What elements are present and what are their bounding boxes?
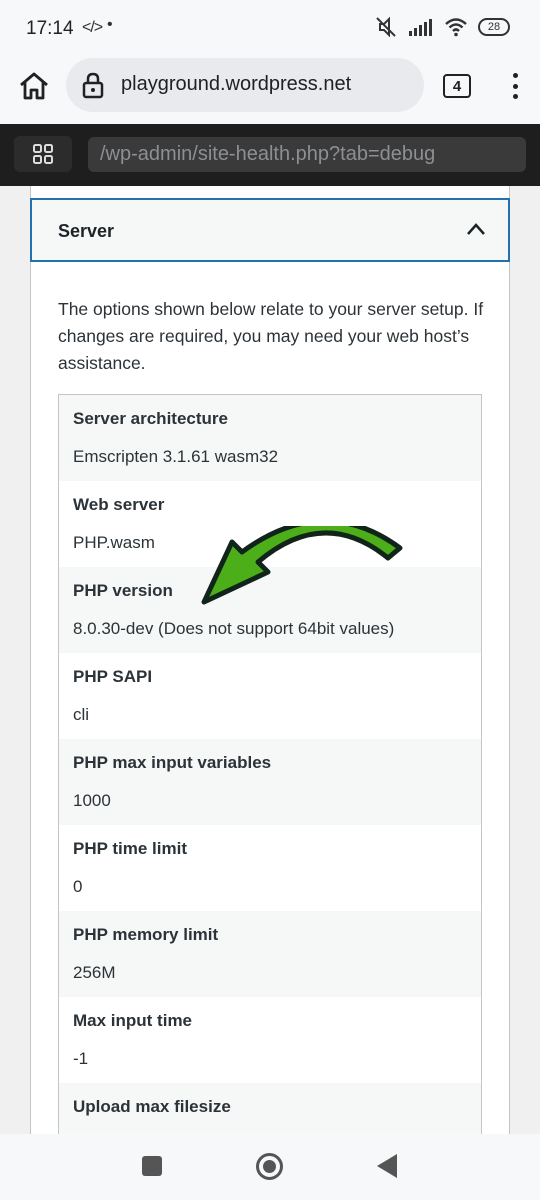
row-label: PHP time limit	[73, 839, 187, 858]
section-title: Server	[58, 221, 115, 241]
home-button[interactable]	[16, 68, 52, 104]
code-icon: </>	[82, 19, 103, 36]
overflow-menu-button[interactable]	[505, 70, 525, 102]
row-value: Emscripten 3.1.61 wasm32	[73, 447, 279, 466]
address-bar[interactable]: playground.wordpress.net	[66, 58, 424, 112]
grid-icon	[33, 144, 53, 164]
row-value: 8.0.30-dev (Does not support 64bit value…	[73, 619, 395, 638]
signal-icon	[409, 19, 432, 36]
playground-menu-button[interactable]	[14, 136, 72, 172]
row-value: 1000	[73, 791, 111, 810]
menu-dot	[512, 94, 518, 99]
table-row: PHP memory limit 256M	[59, 911, 481, 997]
recents-button[interactable]	[142, 1156, 162, 1176]
lock-icon	[82, 72, 104, 99]
notification-dot: •	[107, 16, 113, 33]
status-bar: 17:14 </> • 28	[0, 0, 540, 58]
row-value: cli	[73, 705, 90, 724]
table-row: PHP max input variables 1000	[59, 739, 481, 825]
back-button[interactable]	[377, 1154, 397, 1178]
row-label: Max input time	[73, 1011, 193, 1030]
status-time: 17:14	[26, 18, 74, 39]
section-description: The options shown below relate to your s…	[58, 299, 484, 373]
playground-toolbar: /wp-admin/site-health.php?tab=debug	[0, 124, 540, 186]
status-icons: 28	[374, 16, 510, 38]
table-row: PHP SAPI cli	[59, 653, 481, 739]
row-label: PHP SAPI	[73, 667, 153, 686]
table-row: PHP time limit 0	[59, 825, 481, 911]
row-label: Web server	[73, 495, 165, 514]
main-content: Server The options shown below relate to…	[0, 186, 540, 1134]
server-info-table: Server architecture Emscripten 3.1.61 wa…	[58, 394, 482, 1134]
row-label: PHP max input variables	[73, 753, 272, 772]
table-row: Max input time -1	[59, 997, 481, 1083]
wifi-icon	[445, 18, 467, 37]
home-nav-button[interactable]	[256, 1153, 283, 1180]
battery-icon: 28	[478, 18, 510, 36]
browser-toolbar: playground.wordpress.net 4	[0, 58, 540, 124]
table-row: Server architecture Emscripten 3.1.61 wa…	[59, 395, 481, 481]
playground-path: /wp-admin/site-health.php?tab=debug	[100, 143, 436, 165]
tab-switcher-button[interactable]: 4	[443, 74, 471, 98]
row-value: -1	[73, 1049, 89, 1068]
chevron-up-icon	[467, 223, 485, 235]
row-value: 0	[73, 877, 83, 896]
table-row: Upload max filesize	[59, 1083, 481, 1134]
menu-dot	[512, 83, 518, 89]
row-value: 256M	[73, 963, 116, 982]
annotation-arrow-icon	[201, 526, 403, 605]
home-icon	[20, 72, 48, 100]
row-label: PHP memory limit	[73, 925, 219, 944]
system-navigation-bar	[0, 1134, 540, 1200]
url-text: playground.wordpress.net	[121, 73, 352, 95]
server-accordion-toggle[interactable]: Server	[30, 198, 510, 262]
row-label: Upload max filesize	[73, 1097, 231, 1116]
mute-icon	[376, 16, 396, 38]
menu-dot	[512, 73, 518, 78]
playground-url-input[interactable]: /wp-admin/site-health.php?tab=debug	[88, 137, 526, 172]
row-label: Server architecture	[73, 409, 228, 428]
